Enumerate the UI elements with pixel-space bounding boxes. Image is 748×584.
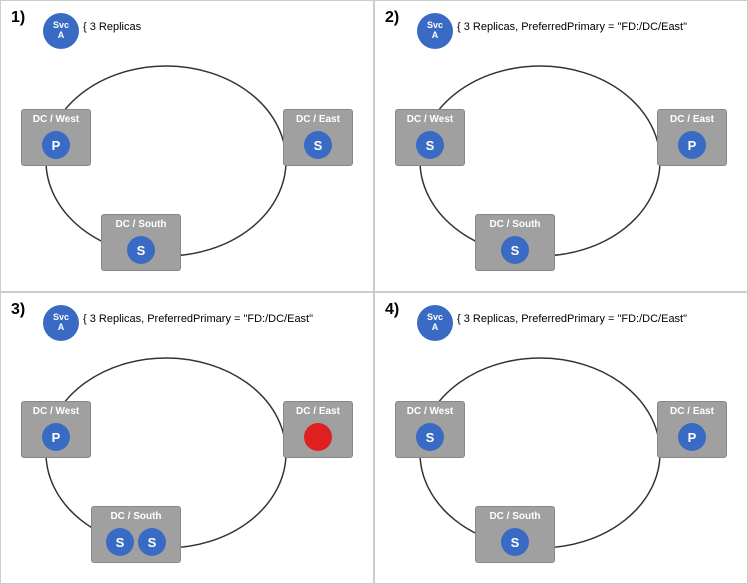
q4-west-secondary: S — [416, 423, 444, 451]
q4-svc-badge: Svc A — [417, 305, 453, 341]
q4-dc-east: DC / East P — [657, 401, 727, 458]
quadrant-3: 3) Svc A { 3 Replicas, PreferredPrimary … — [0, 292, 374, 584]
q3-south-secondary-2: S — [138, 528, 166, 556]
q3-south-secondary-1: S — [106, 528, 134, 556]
q2-dc-west: DC / West S — [395, 109, 465, 166]
quadrant-2: 2) Svc A { 3 Replicas, PreferredPrimary … — [374, 0, 748, 292]
q3-svc-badge: Svc A — [43, 305, 79, 341]
q3-west-primary: P — [42, 423, 70, 451]
q4-dc-south: DC / South S — [475, 506, 555, 563]
quadrant-4: 4) Svc A { 3 Replicas, PreferredPrimary … — [374, 292, 748, 584]
q1-dc-west: DC / West P — [21, 109, 91, 166]
q1-svc-badge: Svc A — [43, 13, 79, 49]
q1-east-secondary: S — [304, 131, 332, 159]
q3-dc-south: DC / South S S — [91, 506, 181, 563]
q4-arc — [385, 343, 725, 583]
q1-label: 1) — [11, 9, 25, 27]
q4-dc-west: DC / West S — [395, 401, 465, 458]
q1-arc — [11, 51, 351, 291]
quadrant-1: 1) Svc A { 3 Replicas DC / West P DC / E… — [0, 0, 374, 292]
q3-dc-west: DC / West P — [21, 401, 91, 458]
q2-svc-badge: Svc A — [417, 13, 453, 49]
q4-brace: { 3 Replicas, PreferredPrimary = "FD:/DC… — [457, 313, 687, 325]
q3-dc-east: DC / East — [283, 401, 353, 458]
q3-east-failed — [304, 423, 332, 451]
q1-west-primary: P — [42, 131, 70, 159]
q2-south-secondary: S — [501, 236, 529, 264]
q4-south-secondary: S — [501, 528, 529, 556]
q1-south-secondary: S — [127, 236, 155, 264]
q4-east-primary: P — [678, 423, 706, 451]
q2-dc-east: DC / East P — [657, 109, 727, 166]
q2-west-secondary: S — [416, 131, 444, 159]
q1-brace: { 3 Replicas — [83, 21, 141, 33]
main-grid: 1) Svc A { 3 Replicas DC / West P DC / E… — [0, 0, 748, 584]
q3-label: 3) — [11, 301, 25, 319]
q2-east-primary: P — [678, 131, 706, 159]
q2-label: 2) — [385, 9, 399, 27]
q4-label: 4) — [385, 301, 399, 319]
q2-dc-south: DC / South S — [475, 214, 555, 271]
q1-dc-south: DC / South S — [101, 214, 181, 271]
q2-brace: { 3 Replicas, PreferredPrimary = "FD:/DC… — [457, 21, 687, 33]
q1-dc-east: DC / East S — [283, 109, 353, 166]
q3-brace: { 3 Replicas, PreferredPrimary = "FD:/DC… — [83, 313, 313, 325]
q3-arc — [11, 343, 351, 583]
q2-arc — [385, 51, 725, 291]
